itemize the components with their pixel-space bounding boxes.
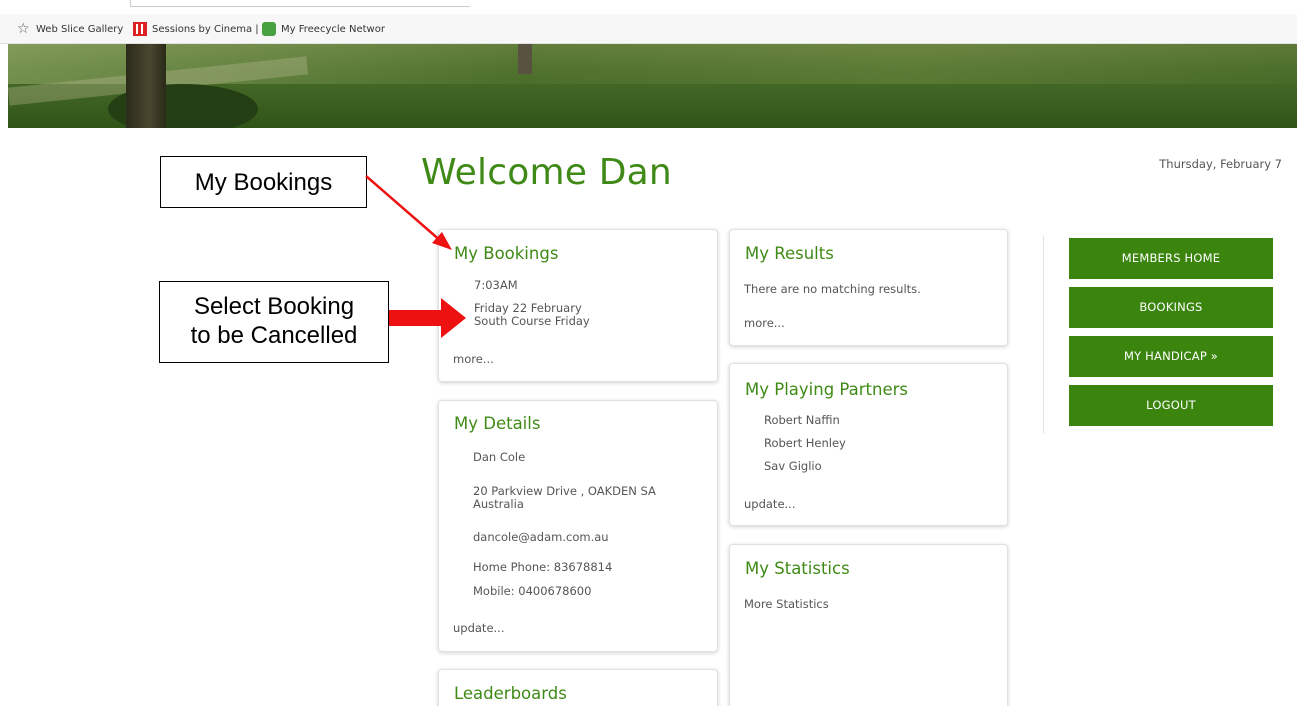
details-address-line2: Australia (473, 497, 524, 511)
more-statistics-link[interactable]: More Statistics (744, 597, 829, 611)
my-details-card: My Details Dan Cole 20 Parkview Drive , … (438, 400, 718, 652)
address-bar-edge (130, 0, 470, 7)
my-handicap-button[interactable]: MY HANDICAP » (1069, 336, 1273, 377)
details-name: Dan Cole (473, 450, 526, 464)
cinema-icon (133, 22, 147, 36)
nav-divider (1043, 236, 1044, 434)
leaderboards-title: Leaderboards (454, 684, 567, 703)
annotation-select-line2: to be Cancelled (190, 322, 358, 349)
bookmarks-bar: ☆ Web Slice Gallery Sessions by Cinema |… (0, 14, 1297, 44)
star-icon: ☆ (17, 21, 30, 37)
booking-course[interactable]: South Course Friday (474, 315, 590, 328)
details-update-link[interactable]: update... (453, 621, 505, 635)
banner-tree-trunk-small (518, 44, 532, 74)
bookings-button[interactable]: BOOKINGS (1069, 287, 1273, 328)
my-results-title: My Results (745, 244, 834, 263)
logout-button[interactable]: LOGOUT (1069, 385, 1273, 426)
my-results-card: My Results There are no matching results… (729, 229, 1008, 346)
my-details-title: My Details (454, 414, 541, 433)
banner-tree-trunk (126, 44, 166, 128)
bookmark-label: Sessions by Cinema | (152, 23, 259, 35)
my-statistics-title: My Statistics (745, 559, 850, 578)
annotation-select-booking: Select Booking to be Cancelled (159, 281, 389, 363)
my-playing-partners-title: My Playing Partners (745, 380, 908, 399)
details-mobile: Mobile: 0400678600 (473, 584, 592, 598)
partners-update-link[interactable]: update... (744, 497, 796, 511)
my-statistics-card: My Statistics More Statistics (729, 544, 1008, 706)
current-date: Thursday, February 7 (1159, 157, 1282, 171)
select-booking-arrow-shaft (389, 310, 441, 326)
bookmark-label: Web Slice Gallery (36, 23, 124, 35)
members-home-button[interactable]: MEMBERS HOME (1069, 238, 1273, 279)
freecycle-icon (262, 22, 276, 36)
results-more-link[interactable]: more... (744, 316, 785, 330)
leaderboards-card: Leaderboards (438, 669, 718, 706)
details-home-phone: Home Phone: 83678814 (473, 560, 613, 574)
my-playing-partners-card: My Playing Partners Robert Naffin Robert… (729, 363, 1008, 526)
partner-name: Sav Giglio (764, 459, 822, 473)
annotation-my-bookings: My Bookings (160, 156, 367, 208)
header-banner-image (8, 44, 1297, 128)
details-email: dancole@adam.com.au (473, 530, 609, 544)
bookmark-my-freecycle-network[interactable]: My Freecycle Networ (262, 21, 385, 37)
results-empty-message: There are no matching results. (744, 282, 921, 296)
bookings-more-link[interactable]: more... (453, 352, 494, 366)
annotation-select-line1: Select Booking (193, 293, 355, 320)
booking-time[interactable]: 7:03AM (474, 279, 518, 292)
my-bookings-card: My Bookings 7:03AM Friday 22 February So… (438, 229, 718, 382)
bookmark-sessions-by-cinema[interactable]: Sessions by Cinema | (133, 21, 259, 37)
bookmark-web-slice-gallery[interactable]: ☆ Web Slice Gallery (17, 21, 123, 37)
annotation-my-bookings-text: My Bookings (194, 169, 333, 196)
partner-name: Robert Naffin (764, 413, 840, 427)
partner-name: Robert Henley (764, 436, 846, 450)
page-title: Welcome Dan (421, 152, 672, 193)
bookmark-label: My Freecycle Networ (281, 23, 385, 35)
my-bookings-title: My Bookings (454, 244, 559, 263)
browser-tab-strip (0, 0, 1297, 14)
